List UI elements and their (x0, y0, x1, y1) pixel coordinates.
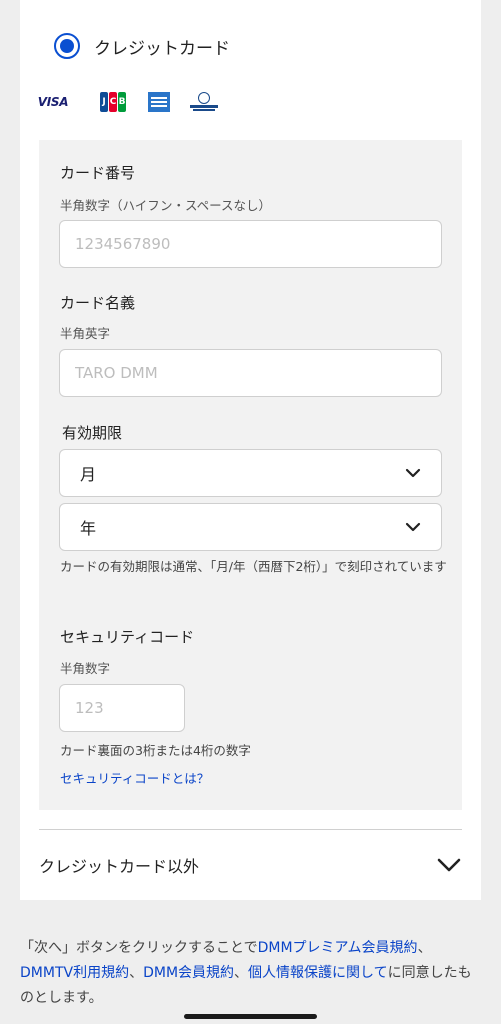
jcb-strip-blue: J (100, 92, 108, 112)
credit-card-radio-option[interactable]: クレジットカード (54, 33, 230, 59)
visa-logo: VISA (37, 95, 69, 109)
chevron-down-icon (405, 522, 421, 532)
chevron-down-icon[interactable] (436, 852, 462, 878)
amex-logo (148, 92, 170, 112)
credit-card-radio-label: クレジットカード (94, 38, 230, 59)
payment-page: クレジットカード VISA J C B カード番号 半角数字（ハイフン・スペース… (0, 0, 501, 1024)
chevron-down-icon (405, 468, 421, 478)
other-payment-methods-label: クレジットカード以外 (39, 857, 200, 876)
card-number-input[interactable] (75, 235, 426, 253)
card-number-label: カード番号 (60, 164, 136, 182)
terms-separator: 、 (417, 940, 432, 956)
radio-dot (60, 39, 74, 53)
card-name-input[interactable] (75, 364, 426, 382)
card-form-panel: カード番号 半角数字（ハイフン・スペースなし） カード名義 半角英字 有効期限 … (39, 140, 462, 810)
expiry-month-select[interactable]: 月 (59, 449, 442, 497)
radio-button-selected[interactable] (54, 33, 80, 59)
expiry-label: 有効期限 (62, 424, 123, 442)
home-indicator[interactable] (184, 1014, 317, 1019)
card-brand-logos: VISA J C B (38, 92, 218, 112)
security-code-hint: 半角数字 (60, 661, 111, 676)
card-number-field[interactable] (59, 220, 442, 268)
dmmtv-terms-link[interactable]: DMMTV利用規約 (20, 965, 129, 981)
diners-circle-icon (198, 92, 210, 104)
security-code-note: カード裏面の3桁または4桁の数字 (60, 743, 251, 758)
amex-line (151, 105, 167, 107)
jcb-strip-green: B (118, 92, 126, 112)
card-name-field[interactable] (59, 349, 442, 397)
security-code-label: セキュリティコード (60, 628, 195, 646)
terms-prefix: 「次へ」ボタンをクリックすることで (20, 940, 258, 956)
expiry-note: カードの有効期限は通常、「月/年（西暦下2桁）」で刻印されています (60, 559, 447, 574)
card-name-label: カード名義 (60, 294, 136, 312)
section-divider (39, 829, 462, 830)
card-number-hint: 半角数字（ハイフン・スペースなし） (60, 198, 272, 213)
expiry-month-value: 月 (80, 465, 97, 484)
security-code-help-link[interactable]: セキュリティコードとは？ (60, 768, 209, 787)
privacy-policy-link[interactable]: 個人情報保護に関して (248, 965, 388, 981)
diners-wordmark (190, 105, 218, 108)
amex-line (151, 101, 167, 103)
premium-terms-link[interactable]: DMMプレミアム会員規約 (258, 940, 418, 956)
dmm-member-terms-link[interactable]: DMM会員規約 (143, 965, 234, 981)
terms-separator: 、 (129, 965, 144, 981)
payment-card: クレジットカード VISA J C B カード番号 半角数字（ハイフン・スペース… (20, 0, 481, 900)
card-name-hint: 半角英字 (60, 326, 111, 341)
security-code-field[interactable] (59, 684, 185, 732)
jcb-logo: J C B (100, 92, 126, 112)
jcb-strip-red: C (109, 92, 117, 112)
amex-line (151, 97, 167, 99)
expiry-year-value: 年 (80, 519, 97, 538)
diners-subtext (193, 109, 215, 111)
diners-club-logo (190, 92, 218, 112)
terms-agreement-text: 「次へ」ボタンをクリックすることでDMMプレミアム会員規約、DMMTV利用規約、… (20, 936, 480, 1011)
other-payment-methods-toggle[interactable]: クレジットカード以外 (39, 838, 462, 892)
security-code-input[interactable] (75, 699, 169, 717)
terms-separator: 、 (234, 965, 249, 981)
expiry-year-select[interactable]: 年 (59, 503, 442, 551)
